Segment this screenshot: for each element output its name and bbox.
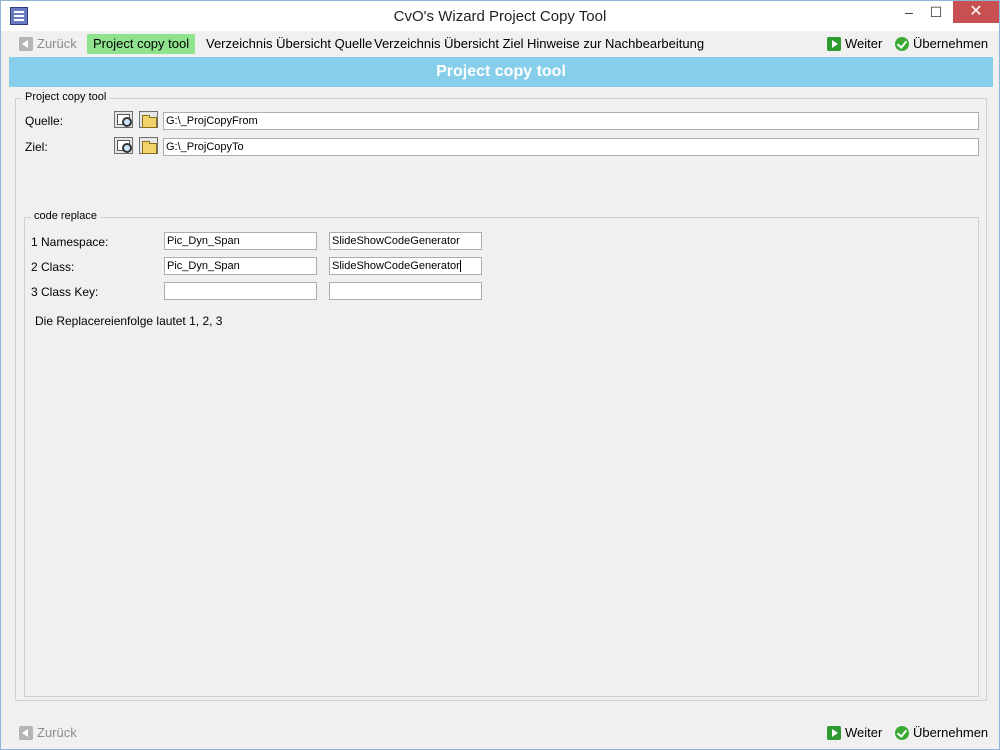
- source-preview-button[interactable]: [114, 111, 133, 128]
- apply-button[interactable]: Übernehmen: [889, 34, 994, 54]
- namespace-label: 1 Namespace:: [31, 235, 109, 249]
- source-path-input[interactable]: G:\_ProjCopyFrom: [163, 112, 979, 130]
- title-bar: CvO's Wizard Project Copy Tool – ☐ ✕: [1, 1, 999, 31]
- footer-apply-button[interactable]: Übernehmen: [889, 723, 994, 743]
- footer-next-label: Weiter: [845, 725, 883, 740]
- namespace-to-input[interactable]: SlideShowCodeGenerator: [329, 232, 482, 250]
- tab-post-processing-notes[interactable]: Hinweise zur Nachbearbeitung: [521, 34, 710, 54]
- checkmark-icon: [895, 37, 909, 51]
- replace-order-note: Die Replacereienfolge lautet 1, 2, 3: [35, 314, 223, 328]
- close-button[interactable]: ✕: [953, 1, 999, 23]
- footer-back-label: Zurück: [37, 725, 77, 740]
- back-label: Zurück: [37, 36, 77, 51]
- project-copy-group-legend: Project copy tool: [22, 91, 110, 103]
- footer-next-button[interactable]: Weiter: [821, 723, 888, 743]
- source-browse-folder-button[interactable]: [139, 111, 158, 128]
- target-path-input[interactable]: G:\_ProjCopyTo: [163, 138, 979, 156]
- class-from-input[interactable]: Pic_Dyn_Span: [164, 257, 317, 275]
- back-arrow-icon: [19, 726, 33, 740]
- target-preview-button[interactable]: [114, 137, 133, 154]
- tab-source-overview[interactable]: Verzeichnis Übersicht Quelle: [200, 34, 378, 54]
- back-button[interactable]: Zurück: [13, 34, 83, 54]
- tab-target-overview[interactable]: Verzeichnis Übersicht Ziel: [368, 34, 530, 54]
- forward-arrow-icon: [827, 726, 841, 740]
- target-label: Ziel:: [25, 140, 48, 154]
- footer-back-button[interactable]: Zurück: [13, 723, 83, 743]
- maximize-button[interactable]: ☐: [921, 1, 951, 23]
- forward-arrow-icon: [827, 37, 841, 51]
- class-to-value: SlideShowCodeGenerator: [332, 260, 461, 272]
- next-label: Weiter: [845, 36, 883, 51]
- nav-toolbar: Zurück Project copy tool Verzeichnis Übe…: [9, 32, 993, 56]
- class-key-label: 3 Class Key:: [31, 285, 99, 299]
- class-to-input[interactable]: SlideShowCodeGenerator: [329, 257, 482, 275]
- source-label: Quelle:: [25, 114, 64, 128]
- target-browse-folder-button[interactable]: [139, 137, 158, 154]
- apply-label: Übernehmen: [913, 36, 989, 51]
- class-key-from-input[interactable]: [164, 282, 317, 300]
- class-label: 2 Class:: [31, 260, 75, 274]
- namespace-from-input[interactable]: Pic_Dyn_Span: [164, 232, 317, 250]
- next-button[interactable]: Weiter: [821, 34, 888, 54]
- app-window: CvO's Wizard Project Copy Tool – ☐ ✕ Zur…: [0, 0, 1000, 750]
- window-title: CvO's Wizard Project Copy Tool: [393, 8, 607, 25]
- minimize-button[interactable]: –: [894, 1, 924, 23]
- code-replace-group-legend: code replace: [31, 210, 100, 222]
- footer-apply-label: Übernehmen: [913, 725, 989, 740]
- class-key-to-input[interactable]: [329, 282, 482, 300]
- checkmark-icon: [895, 726, 909, 740]
- tab-project-copy-tool[interactable]: Project copy tool: [87, 34, 196, 54]
- page-header: Project copy tool: [9, 57, 993, 87]
- back-arrow-icon: [19, 37, 33, 51]
- footer-toolbar: Zurück Weiter Übernehmen: [9, 721, 993, 745]
